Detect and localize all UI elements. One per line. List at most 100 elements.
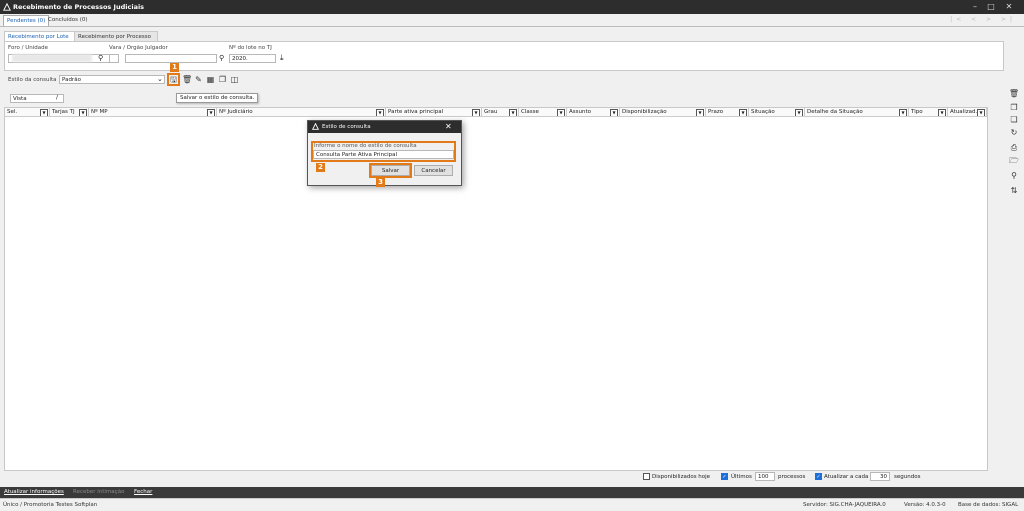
chevron-down-icon[interactable]: ▼ [899, 109, 907, 116]
minimize-icon[interactable]: – [968, 2, 982, 12]
refresh-icon[interactable]: ↻ [1008, 127, 1020, 139]
window-title: Recebimento de Processos Judiciais [13, 3, 145, 11]
atualizar-label: Atualizar a cada [824, 474, 869, 480]
col-parte-ativa[interactable]: Parte ativa principal ▼ [386, 108, 482, 117]
atualizar-button[interactable]: Atualizar informações [4, 489, 64, 495]
col-tarjas[interactable]: Tarjas TJ ▼ [50, 108, 89, 117]
dialog-field-label: Informe o nome do estilo de consulta [314, 143, 417, 149]
receber-button[interactable]: Receber intimação [73, 489, 124, 495]
chevron-down-icon[interactable]: ▼ [938, 109, 946, 116]
tooltip-save-style: Salvar o estilo de consulta. [176, 93, 259, 103]
fechar-button[interactable]: Fechar [134, 489, 152, 495]
action-bar: Atualizar informações Receber intimação … [0, 487, 1024, 498]
chevron-down-icon[interactable]: ▼ [79, 109, 87, 116]
estilo-label: Estilo da consulta [8, 77, 57, 83]
nav-arrows-icon: |< < > >| [950, 16, 1016, 23]
ultimos-input[interactable]: 100 [755, 472, 775, 481]
results-grid: Sel. ▼ Tarjas TJ ▼ Nº MP ▼ Nº Judiciário ▼ P… [4, 107, 988, 471]
segundos-label: segundos [894, 474, 921, 480]
search-document-icon[interactable]: ⚲ [1008, 170, 1020, 182]
foro-search-icon[interactable]: ⚲ [98, 54, 103, 62]
cancel-button[interactable]: Cancelar [414, 165, 453, 176]
col-assunto[interactable]: Assunto ▼ [567, 108, 620, 117]
vista-filter-icon[interactable]: ∕ [56, 94, 58, 101]
ultimos-checkbox[interactable]: ✓ [721, 473, 728, 480]
tab-concluidos[interactable]: Concluídos (0) [45, 15, 91, 25]
disponibilizados-checkbox[interactable] [643, 473, 650, 480]
atualizar-checkbox[interactable]: ✓ [815, 473, 822, 480]
title-bar: Recebimento de Processos Judiciais – □ ✕ [0, 0, 1024, 14]
col-atualizado[interactable]: Atualizad.. ▼ [948, 108, 987, 117]
sort-icon[interactable]: ⇅ [1008, 185, 1020, 197]
col-situacao[interactable]: Situação ▼ [749, 108, 805, 117]
style-name-input[interactable]: Consulta Parte Ativa Principal [313, 150, 454, 159]
copy-icon[interactable]: ❐ [218, 75, 227, 84]
estilo-select[interactable]: Padrão [59, 75, 165, 84]
vara-field[interactable] [125, 54, 217, 63]
col-disponibilizacao[interactable]: Disponibilização ▼ [620, 108, 706, 117]
atualizar-input[interactable]: 30 [870, 472, 890, 481]
col-mp[interactable]: Nº MP ▼ [89, 108, 217, 117]
tab-pendentes[interactable]: Pendentes (0) [3, 15, 50, 26]
chevron-down-icon[interactable]: ▼ [472, 109, 480, 116]
chevron-down-icon[interactable]: ▼ [696, 109, 704, 116]
col-detalhe-situacao[interactable]: Detalhe da Situação ▼ [805, 108, 909, 117]
status-bar: Único / Promotoria Testes Softplan Servi… [0, 498, 1024, 511]
disponibilizados-label: Disponibilizados hoje [652, 474, 711, 480]
col-prazo[interactable]: Prazo ▼ [706, 108, 749, 117]
chevron-down-icon[interactable]: ▼ [509, 109, 517, 116]
save-button[interactable]: Salvar [371, 165, 410, 176]
foro-value-redacted [12, 54, 92, 62]
dialog-title: Estilo de consulta [322, 124, 371, 130]
col-tipo[interactable]: Tipo ▼ [909, 108, 948, 117]
download-icon[interactable]: ⤓ [280, 53, 284, 63]
close-icon[interactable]: ✕ [1002, 2, 1016, 12]
col-classe[interactable]: Classe ▼ [519, 108, 567, 117]
chevron-down-icon[interactable]: ▼ [376, 109, 384, 116]
lote-field[interactable]: 2020. [229, 54, 276, 63]
chevron-down-icon[interactable]: ▼ [557, 109, 565, 116]
delete-icon[interactable]: 🗑 [1008, 88, 1020, 100]
chevron-down-icon[interactable]: ▼ [207, 109, 215, 116]
print-icon[interactable]: ⎙ [1008, 142, 1020, 154]
status-servidor: Servidor: SIG.CHA-JAQUEIRA.0 [803, 502, 886, 508]
processos-label: processos [778, 474, 806, 480]
maximize-icon[interactable]: □ [984, 2, 998, 12]
bottom-options: Disponibilizados hoje ✓ Últimos 100 proc… [0, 472, 1024, 487]
step-marker-1: 1 [170, 63, 179, 72]
chevron-down-icon[interactable]: ▼ [40, 109, 48, 116]
ultimos-label: Últimos [731, 474, 752, 480]
style-dialog: Estilo de consulta ✕ Informe o nome do e… [307, 120, 462, 186]
paste-icon[interactable]: ❏ [1008, 114, 1020, 126]
status-base: Base de dados: SIGAL [958, 502, 1019, 508]
folder-icon[interactable]: 🗁 [1008, 155, 1020, 167]
chevron-down-icon[interactable]: ▼ [977, 109, 985, 116]
vara-search-icon[interactable]: ⚲ [219, 54, 224, 62]
foro-label: Foro / Unidade [8, 45, 48, 51]
status-unit: Único / Promotoria Testes Softplan [3, 502, 98, 508]
close-icon[interactable]: ✕ [445, 122, 452, 131]
lote-label: Nº do lote no TJ [229, 45, 272, 51]
layout-icon[interactable]: ◫ [230, 75, 239, 84]
app-logo-icon [312, 123, 319, 130]
columns-icon[interactable]: ▦ [206, 75, 215, 84]
app-logo-icon [3, 3, 11, 11]
vara-code-field[interactable] [109, 54, 119, 63]
vara-label: Vara / Orgão Julgador [109, 45, 168, 51]
col-judiciario[interactable]: Nº Judiciário ▼ [217, 108, 386, 117]
col-sel[interactable]: Sel. ▼ [5, 108, 50, 117]
chevron-down-icon[interactable]: ▼ [795, 109, 803, 116]
step-marker-2: 2 [316, 163, 325, 172]
step-marker-3: 3 [376, 178, 385, 187]
chevron-down-icon[interactable]: ⌄ [157, 75, 163, 83]
chevron-down-icon[interactable]: ▼ [610, 109, 618, 116]
main-tabs: Pendentes (0) Concluídos (0) |< < > >| [0, 14, 1024, 27]
status-versao: Versão: 4.0.3-0 [904, 502, 946, 508]
col-grau[interactable]: Grau ▼ [482, 108, 519, 117]
chevron-down-icon[interactable]: ▼ [739, 109, 747, 116]
copy-icon[interactable]: ❐ [1008, 102, 1020, 114]
filter-panel: Foro / Unidade ⚲ Vara / Orgão Julgador ⚲… [4, 41, 1004, 71]
edit-icon[interactable]: ✎ [194, 75, 203, 84]
delete-icon[interactable]: 🗑 [182, 75, 192, 84]
save-style-icon[interactable]: 🖫 [169, 75, 178, 84]
